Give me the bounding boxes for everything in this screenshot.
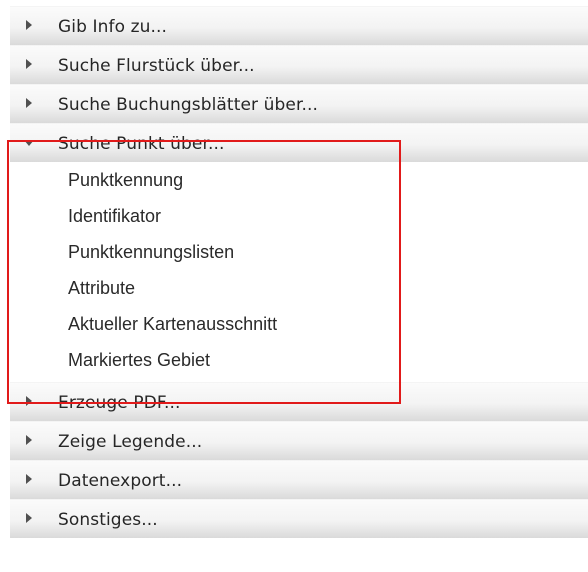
expand-arrow-icon (26, 98, 32, 108)
suche-punkt-submenu: Punktkennung Identifikator Punktkennungs… (10, 162, 588, 382)
expand-arrow-icon (26, 435, 32, 445)
section-label: Suche Flurstück über... (58, 56, 255, 76)
section-label: Erzeuge PDF... (58, 393, 181, 413)
section-erzeuge-pdf[interactable]: Erzeuge PDF... (10, 382, 588, 421)
submenu-item-punktkennung[interactable]: Punktkennung (10, 164, 588, 200)
section-suche-buchungsblaetter[interactable]: Suche Buchungsblätter über... (10, 84, 588, 123)
accordion-menu: Gib Info zu... Suche Flurstück über... S… (10, 6, 588, 538)
expand-arrow-icon (26, 20, 32, 30)
section-sonstiges[interactable]: Sonstiges... (10, 499, 588, 538)
section-suche-punkt[interactable]: Suche Punkt über... (10, 123, 588, 162)
section-label: Zeige Legende... (58, 432, 203, 452)
section-label: Sonstiges... (58, 510, 158, 530)
submenu-item-punktkennungslisten[interactable]: Punktkennungslisten (10, 236, 588, 272)
section-label: Datenexport... (58, 471, 183, 491)
expand-arrow-icon (26, 474, 32, 484)
section-label: Suche Buchungsblätter über... (58, 95, 318, 115)
submenu-item-attribute[interactable]: Attribute (10, 272, 588, 308)
section-zeige-legende[interactable]: Zeige Legende... (10, 421, 588, 460)
submenu-item-identifikator[interactable]: Identifikator (10, 200, 588, 236)
submenu-item-markiertes-gebiet[interactable]: Markiertes Gebiet (10, 344, 588, 380)
section-suche-flurstueck[interactable]: Suche Flurstück über... (10, 45, 588, 84)
collapse-arrow-icon (24, 140, 34, 146)
section-datenexport[interactable]: Datenexport... (10, 460, 588, 499)
section-label: Gib Info zu... (58, 17, 167, 37)
expand-arrow-icon (26, 59, 32, 69)
expand-arrow-icon (26, 513, 32, 523)
expand-arrow-icon (26, 396, 32, 406)
submenu-item-aktueller-kartenausschnitt[interactable]: Aktueller Kartenausschnitt (10, 308, 588, 344)
section-gib-info[interactable]: Gib Info zu... (10, 6, 588, 45)
section-label: Suche Punkt über... (58, 134, 225, 154)
